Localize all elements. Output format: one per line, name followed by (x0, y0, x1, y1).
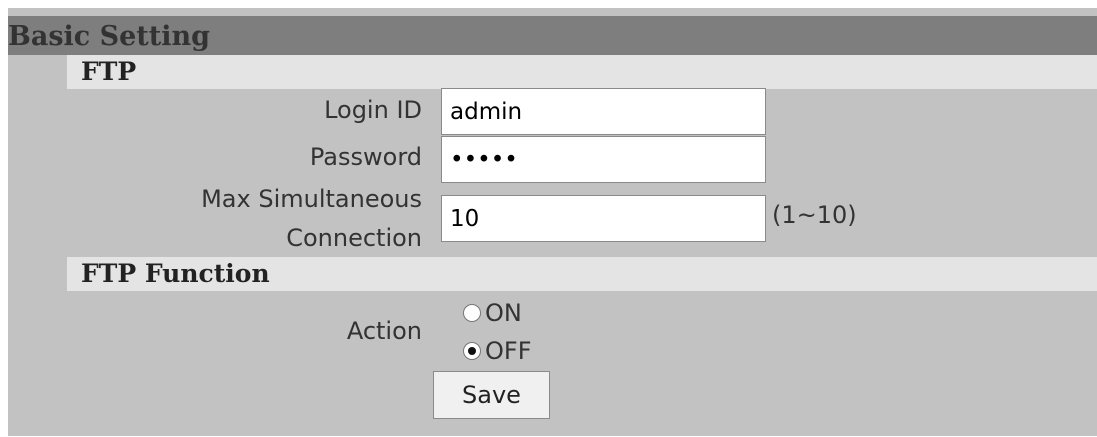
password-label: Password (309, 143, 422, 171)
action-radio-on-label: ON (485, 299, 522, 327)
action-radio-off[interactable]: OFF (463, 336, 532, 366)
max-connection-label-line1: Max Simultaneous (201, 185, 422, 213)
section-title: Basic Setting (8, 21, 210, 52)
max-connection-input[interactable] (441, 195, 766, 242)
login-id-input[interactable] (441, 88, 766, 135)
action-radio-off-label: OFF (485, 337, 532, 365)
save-button[interactable]: Save (433, 371, 550, 419)
ftp-subheader-bar (67, 55, 1097, 89)
action-label: Action (346, 317, 422, 345)
max-connection-label-line2: Connection (286, 224, 422, 252)
page: Basic Setting FTP Login ID Password Max … (0, 0, 1097, 437)
password-input[interactable] (441, 136, 766, 183)
ftp-subheader-title: FTP (81, 57, 137, 86)
action-radio-on[interactable]: ON (463, 298, 522, 328)
login-id-label: Login ID (324, 96, 422, 124)
max-connection-range-hint: (1~10) (772, 201, 857, 229)
ftp-function-subheader-title: FTP Function (81, 259, 270, 288)
radio-unchecked-icon[interactable] (463, 304, 481, 322)
radio-checked-icon[interactable] (463, 342, 481, 360)
